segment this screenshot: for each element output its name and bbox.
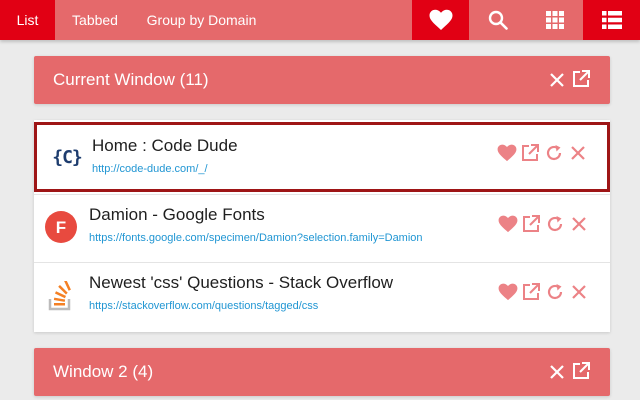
tab-list-container: {C} Home : Code Dude http://code-dude.co…	[34, 120, 610, 332]
open-tab-button[interactable]	[521, 144, 541, 164]
tab-card[interactable]: F Damion - Google Fonts https://fonts.go…	[34, 194, 610, 262]
tab-tabbed-label: Tabbed	[72, 12, 118, 28]
open-tab-button[interactable]	[522, 215, 542, 235]
close-icon	[572, 285, 586, 299]
list-icon	[601, 11, 622, 29]
close-tab-button[interactable]	[570, 283, 590, 303]
stackoverflow-favicon	[44, 279, 78, 313]
close-tab-button[interactable]	[570, 215, 590, 235]
open-tab-button[interactable]	[522, 283, 542, 303]
heart-icon	[429, 9, 452, 31]
favorite-tab-button[interactable]	[497, 144, 517, 164]
reload-icon	[547, 216, 563, 232]
tab-title: Damion - Google Fonts	[89, 205, 265, 224]
tab-list[interactable]: List	[0, 0, 55, 40]
google-fonts-favicon: F	[44, 210, 78, 244]
tab-group-by-domain[interactable]: Group by Domain	[135, 0, 268, 40]
list-view-button[interactable]	[583, 0, 640, 40]
top-bar: List Tabbed Group by Domain	[0, 0, 640, 40]
window-title: Window 2 (4)	[53, 362, 154, 381]
tab-card-selected[interactable]: {C} Home : Code Dude http://code-dude.co…	[34, 122, 610, 192]
open-window-button[interactable]	[572, 362, 590, 380]
tab-tabbed[interactable]: Tabbed	[55, 0, 135, 40]
heart-icon	[497, 144, 517, 162]
favorite-tab-button[interactable]	[498, 283, 518, 303]
grid-view-button[interactable]	[526, 0, 583, 40]
reload-icon	[547, 284, 563, 300]
heart-icon	[498, 283, 518, 301]
google-fonts-favicon-text: F	[56, 218, 66, 237]
grid-icon	[545, 11, 564, 29]
tab-title: Newest 'css' Questions - Stack Overflow	[89, 273, 394, 292]
tab-url[interactable]: http://code-dude.com/_/	[92, 163, 208, 175]
tab-url[interactable]: https://stackoverflow.com/questions/tagg…	[89, 300, 318, 312]
tab-title: Home : Code Dude	[92, 136, 238, 155]
close-window-button[interactable]	[548, 363, 566, 381]
close-window-button[interactable]	[548, 71, 566, 89]
window-header-current[interactable]: Current Window (11)	[34, 56, 610, 104]
external-link-icon	[523, 215, 540, 232]
reload-tab-button[interactable]	[546, 215, 566, 235]
external-link-icon	[522, 144, 539, 161]
tab-group-by-domain-label: Group by Domain	[146, 12, 257, 28]
tab-url[interactable]: https://fonts.google.com/specimen/Damion…	[89, 232, 423, 244]
external-link-icon	[573, 362, 590, 379]
window-title: Current Window (11)	[53, 70, 209, 89]
open-window-button[interactable]	[572, 70, 590, 88]
external-link-icon	[523, 283, 540, 300]
tab-list-label: List	[16, 12, 39, 28]
reload-icon	[546, 145, 562, 161]
favorites-button[interactable]	[412, 0, 469, 40]
reload-tab-button[interactable]	[545, 144, 565, 164]
search-button[interactable]	[469, 0, 526, 40]
window-header-2[interactable]: Window 2 (4)	[34, 348, 610, 396]
close-icon	[550, 73, 564, 87]
close-icon	[572, 217, 586, 231]
close-icon	[550, 365, 564, 379]
close-tab-button[interactable]	[569, 144, 589, 164]
tab-card[interactable]: Newest 'css' Questions - Stack Overflow …	[34, 262, 610, 330]
code-dude-favicon: {C}	[50, 140, 84, 174]
close-icon	[571, 146, 585, 160]
reload-tab-button[interactable]	[546, 283, 566, 303]
search-icon	[488, 10, 508, 30]
heart-icon	[498, 215, 518, 233]
favorite-tab-button[interactable]	[498, 215, 518, 235]
external-link-icon	[573, 70, 590, 87]
code-dude-favicon-text: {C}	[52, 146, 82, 168]
